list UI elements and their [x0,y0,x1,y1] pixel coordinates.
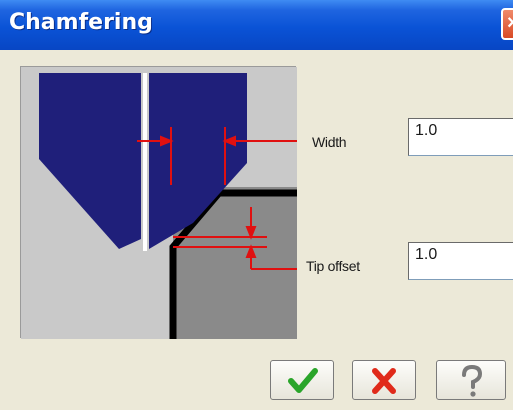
close-icon: × [507,12,513,34]
tip-offset-label: Tip offset [306,258,360,274]
ok-button[interactable] [270,360,334,400]
cross-icon [372,368,396,394]
help-button[interactable] [436,360,506,400]
width-input[interactable]: 1.0 [408,118,513,156]
question-icon [462,364,483,397]
tip-offset-input[interactable]: 1.0 [408,242,513,280]
chamfer-diagram [20,66,297,339]
check-icon [288,368,318,393]
cancel-button[interactable] [352,360,416,400]
width-label: Width [312,134,347,150]
close-button[interactable]: × [501,8,513,40]
window-title: Chamfering [9,10,153,35]
title-bar[interactable]: Chamfering × [0,0,513,50]
chamfering-dialog: Chamfering × Width 1.0 Tip offset 1.0 [0,0,513,410]
